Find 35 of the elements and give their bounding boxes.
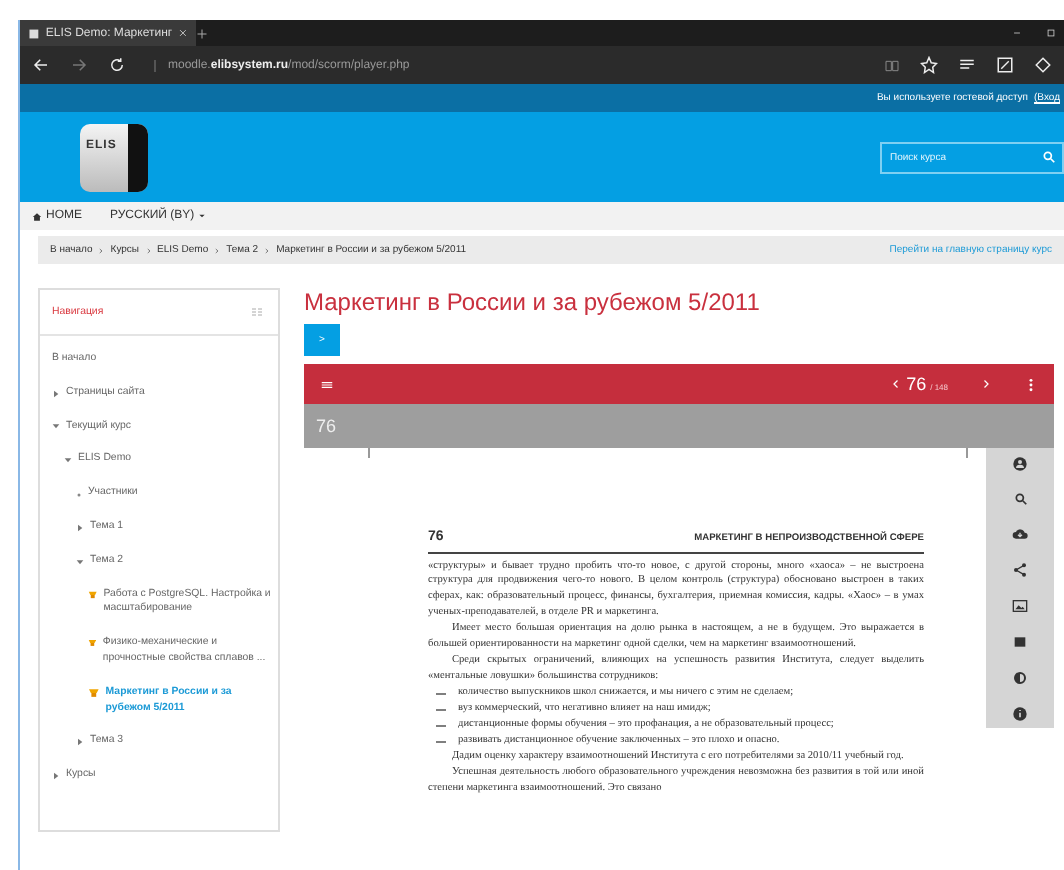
collapsed-arrow-icon[interactable] (52, 389, 60, 398)
person-icon (1012, 456, 1028, 472)
menu-icon (320, 377, 334, 391)
square-icon (1012, 634, 1028, 650)
page-icon (28, 27, 40, 39)
page-title: Маркетинг в России и за рубежом 5/2011 (304, 288, 762, 316)
previous-icon (890, 378, 903, 390)
next-icon (980, 378, 992, 390)
home-icon (32, 211, 42, 221)
reading-view-icon (884, 57, 900, 73)
refresh-icon (108, 56, 126, 74)
maximize-icon (1046, 28, 1056, 38)
collapsed-arrow-icon[interactable] (76, 523, 84, 532)
block-actions-icon (248, 306, 266, 318)
contrast-icon (1012, 670, 1028, 686)
new-tab-icon (196, 27, 208, 39)
cloud-download-icon (1012, 526, 1028, 542)
scorm-package-icon (88, 636, 97, 651)
page-number: 76 (906, 374, 927, 394)
star-icon (920, 56, 938, 74)
minimize-icon (1012, 28, 1022, 38)
bullet-icon (76, 491, 82, 498)
forward-icon (70, 56, 88, 74)
search-icon (1042, 150, 1056, 164)
more-icon (1024, 377, 1038, 391)
search-icon (1013, 492, 1027, 506)
scorm-package-icon (88, 587, 98, 602)
info-icon (1012, 706, 1028, 722)
scorm-package-icon (88, 685, 100, 700)
collapsed-arrow-icon[interactable] (76, 738, 84, 747)
image-icon (1012, 598, 1028, 614)
back-icon (32, 56, 50, 74)
collapsed-arrow-icon[interactable] (52, 772, 60, 781)
close-icon (178, 28, 188, 38)
page-label: 76 (316, 416, 337, 436)
